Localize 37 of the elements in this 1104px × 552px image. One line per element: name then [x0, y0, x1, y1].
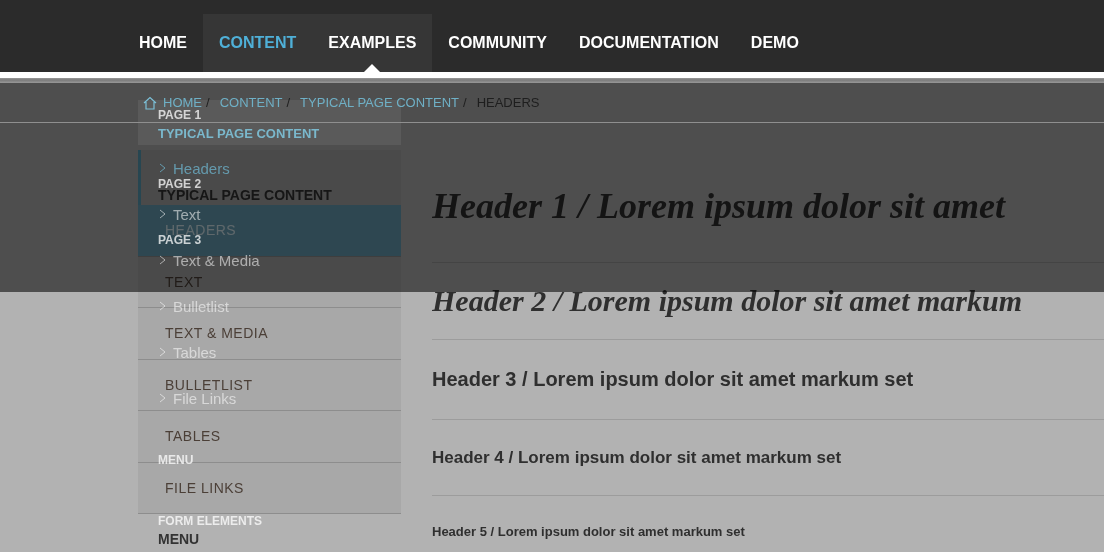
sidebar-item[interactable]: FILE LINKS [165, 479, 244, 496]
breadcrumb-separator: / [286, 95, 291, 110]
dropdown-item[interactable]: Headers [173, 160, 230, 176]
dropdown-label: MENU [158, 453, 194, 467]
nav-item[interactable]: EXAMPLES [312, 14, 433, 72]
heading: Header 1 / Lorem ipsum dolor sit amet [432, 185, 1005, 227]
chevron-icon [158, 301, 167, 311]
nav-item[interactable]: HOME [123, 14, 203, 72]
dropdown-label: PAGE 3 [158, 233, 202, 247]
chevron-icon [158, 347, 167, 357]
chevron-icon [158, 393, 167, 403]
dropdown-heading-link[interactable]: TYPICAL PAGE CONTENT [158, 127, 320, 140]
dropdown-item[interactable]: Text & Media [173, 252, 260, 268]
nav-item[interactable]: CONTENT [203, 14, 313, 72]
breadcrumb-separator: / [206, 95, 210, 110]
breadcrumb-link[interactable]: CONTENT [219, 95, 283, 110]
breadcrumb-link[interactable]: TYPICAL PAGE CONTENT [300, 95, 459, 110]
nav-item[interactable]: DEMO [734, 14, 815, 72]
heading: Header 5 / Lorem ipsum dolor sit amet markum set [432, 523, 745, 539]
heading: Header 4 / Lorem ipsum dolor sit amet markum set [432, 447, 842, 468]
dropdown-item[interactable]: Text [173, 206, 201, 222]
nav-item[interactable]: DOCUMENTATION [563, 14, 735, 72]
heading: Header 2 / Lorem ipsum dolor sit amet markum [432, 284, 1023, 318]
home-icon [143, 95, 157, 110]
dropdown-label: FORM ELEMENTS [158, 514, 262, 528]
chevron-icon [158, 163, 167, 173]
sidebar-item[interactable]: TEXT & MEDIA [165, 325, 268, 342]
chevron-icon [158, 209, 167, 219]
chevron-icon [158, 255, 167, 265]
breadcrumb-separator: / [463, 95, 467, 110]
breadcrumb-link[interactable]: HOME [163, 95, 202, 110]
dropdown-label: PAGE 2 [158, 177, 202, 191]
dropdown-label: PAGE 1 [158, 108, 202, 122]
sidebar-item[interactable]: BULLETLIST [165, 376, 253, 393]
sidebar-item[interactable]: TABLES [165, 428, 221, 445]
nav-item[interactable]: COMMUNITY [432, 14, 563, 72]
heading: Header 3 / Lorem ipsum dolor sit amet markum set [432, 368, 914, 391]
